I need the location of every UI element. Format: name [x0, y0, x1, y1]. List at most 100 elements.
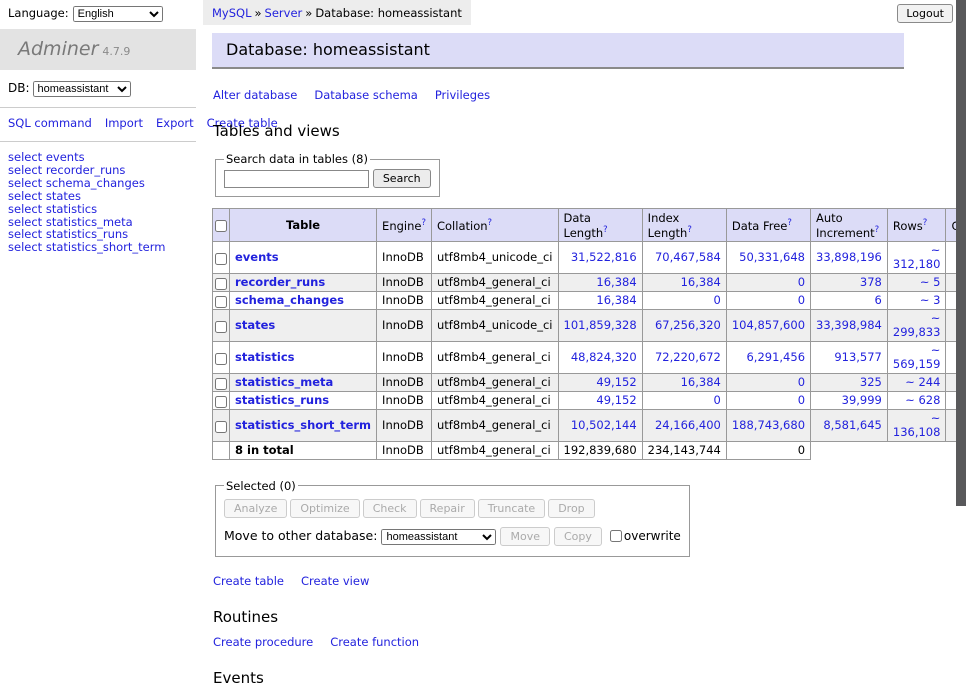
search-input[interactable]	[224, 170, 369, 188]
truncate-button[interactable]: Truncate	[478, 499, 545, 518]
optimize-button[interactable]: Optimize	[290, 499, 359, 518]
table-link[interactable]: statistics	[46, 202, 97, 216]
auto-increment-cell[interactable]: 33,398,984	[811, 309, 888, 341]
select-link[interactable]: select	[8, 240, 42, 254]
table-name-link[interactable]: events	[235, 250, 279, 264]
sidebar-sql-command-link[interactable]: SQL command	[8, 116, 92, 130]
data-length-cell[interactable]: 31,522,816	[558, 241, 642, 273]
overwrite-label[interactable]: overwrite	[624, 529, 681, 543]
table-link[interactable]: recorder_runs	[46, 163, 126, 177]
table-name-link[interactable]: statistics_runs	[235, 393, 329, 407]
row-checkbox[interactable]	[215, 396, 227, 408]
row-checkbox[interactable]	[215, 278, 227, 290]
table-link[interactable]: states	[46, 189, 81, 203]
move-database-select[interactable]: homeassistant	[381, 529, 496, 545]
index-length-cell[interactable]: 24,166,400	[642, 409, 726, 441]
logout-button[interactable]: Logout	[897, 4, 953, 23]
data-length-cell[interactable]: 48,824,320	[558, 341, 642, 373]
collation-help-link[interactable]: ?	[488, 218, 493, 228]
data-length-cell[interactable]: 49,152	[558, 373, 642, 391]
data-free-cell[interactable]: 0	[726, 291, 810, 309]
select-link[interactable]: select	[8, 215, 42, 229]
index-length-cell[interactable]: 16,384	[642, 273, 726, 291]
select-all-checkbox[interactable]	[215, 220, 227, 232]
data-free-cell[interactable]: 0	[726, 373, 810, 391]
search-button[interactable]: Search	[373, 169, 431, 188]
data-length-help-link[interactable]: ?	[603, 225, 608, 235]
scrollbar-thumb[interactable]	[956, 0, 966, 506]
table-link[interactable]: statistics_runs	[46, 227, 128, 241]
data-free-cell[interactable]: 188,743,680	[726, 409, 810, 441]
data-length-cell[interactable]: 101,859,328	[558, 309, 642, 341]
data-length-cell[interactable]: 10,502,144	[558, 409, 642, 441]
row-checkbox[interactable]	[215, 378, 227, 390]
rows-cell[interactable]: ~ 3	[887, 291, 946, 309]
sidebar-import-link[interactable]: Import	[105, 116, 143, 130]
index-length-cell[interactable]: 0	[642, 391, 726, 409]
select-link[interactable]: select	[8, 163, 42, 177]
index-length-cell[interactable]: 72,220,672	[642, 341, 726, 373]
data-free-cell[interactable]: 0	[726, 391, 810, 409]
index-length-cell[interactable]: 16,384	[642, 373, 726, 391]
row-checkbox[interactable]	[215, 421, 227, 433]
auto-increment-cell[interactable]: 378	[811, 273, 888, 291]
data-free-cell[interactable]: 6,291,456	[726, 341, 810, 373]
row-checkbox[interactable]	[215, 353, 227, 365]
auto-increment-cell[interactable]: 8,581,645	[811, 409, 888, 441]
auto-increment-cell[interactable]: 33,898,196	[811, 241, 888, 273]
db-select[interactable]: homeassistant	[33, 81, 131, 97]
index-length-cell[interactable]: 70,467,584	[642, 241, 726, 273]
table-link[interactable]: statistics_meta	[46, 215, 133, 229]
select-link[interactable]: select	[8, 227, 42, 241]
auto-increment-cell[interactable]: 913,577	[811, 341, 888, 373]
rows-cell[interactable]: ~ 628	[887, 391, 946, 409]
table-name-link[interactable]: statistics_short_term	[235, 418, 371, 432]
data-free-cell[interactable]: 104,857,600	[726, 309, 810, 341]
table-link[interactable]: statistics_short_term	[46, 240, 166, 254]
language-select[interactable]: English	[73, 6, 163, 22]
index-length-help-link[interactable]: ?	[687, 225, 692, 235]
auto-increment-help-link[interactable]: ?	[875, 225, 880, 235]
table-link[interactable]: events	[46, 150, 85, 164]
auto-increment-cell[interactable]: 325	[811, 373, 888, 391]
row-checkbox[interactable]	[215, 253, 227, 265]
rows-cell[interactable]: ~ 312,180	[887, 241, 946, 273]
sidebar-export-link[interactable]: Export	[156, 116, 194, 130]
select-link[interactable]: select	[8, 202, 42, 216]
row-checkbox[interactable]	[215, 321, 227, 333]
check-button[interactable]: Check	[363, 499, 417, 518]
rows-cell[interactable]: ~ 136,108	[887, 409, 946, 441]
table-link[interactable]: schema_changes	[46, 176, 145, 190]
rows-help-link[interactable]: ?	[923, 218, 928, 228]
rows-cell[interactable]: ~ 244	[887, 373, 946, 391]
index-length-cell[interactable]: 0	[642, 291, 726, 309]
table-name-link[interactable]: statistics_meta	[235, 375, 333, 389]
privileges-link[interactable]: Privileges	[435, 88, 490, 102]
data-free-cell[interactable]: 0	[726, 273, 810, 291]
select-link[interactable]: select	[8, 150, 42, 164]
database-schema-link[interactable]: Database schema	[314, 88, 417, 102]
rows-cell[interactable]: ~ 299,833	[887, 309, 946, 341]
data-length-cell[interactable]: 49,152	[558, 391, 642, 409]
repair-button[interactable]: Repair	[420, 499, 475, 518]
index-length-cell[interactable]: 67,256,320	[642, 309, 726, 341]
app-version[interactable]: 4.7.9	[102, 45, 130, 58]
auto-increment-cell[interactable]: 39,999	[811, 391, 888, 409]
create-table-link[interactable]: Create table	[213, 574, 284, 588]
analyze-button[interactable]: Analyze	[224, 499, 287, 518]
engine-help-link[interactable]: ?	[421, 218, 426, 228]
scrollbar-track[interactable]	[956, 0, 966, 543]
create-function-link[interactable]: Create function	[330, 635, 419, 649]
rows-cell[interactable]: ~ 569,159	[887, 341, 946, 373]
alter-database-link[interactable]: Alter database	[213, 88, 297, 102]
drop-button[interactable]: Drop	[548, 499, 594, 518]
data-free-cell[interactable]: 50,331,648	[726, 241, 810, 273]
table-name-link[interactable]: states	[235, 318, 275, 332]
data-free-help-link[interactable]: ?	[787, 218, 792, 228]
create-view-link[interactable]: Create view	[301, 574, 369, 588]
table-name-link[interactable]: statistics	[235, 350, 295, 364]
rows-cell[interactable]: ~ 5	[887, 273, 946, 291]
data-length-cell[interactable]: 16,384	[558, 273, 642, 291]
select-link[interactable]: select	[8, 189, 42, 203]
data-length-cell[interactable]: 16,384	[558, 291, 642, 309]
